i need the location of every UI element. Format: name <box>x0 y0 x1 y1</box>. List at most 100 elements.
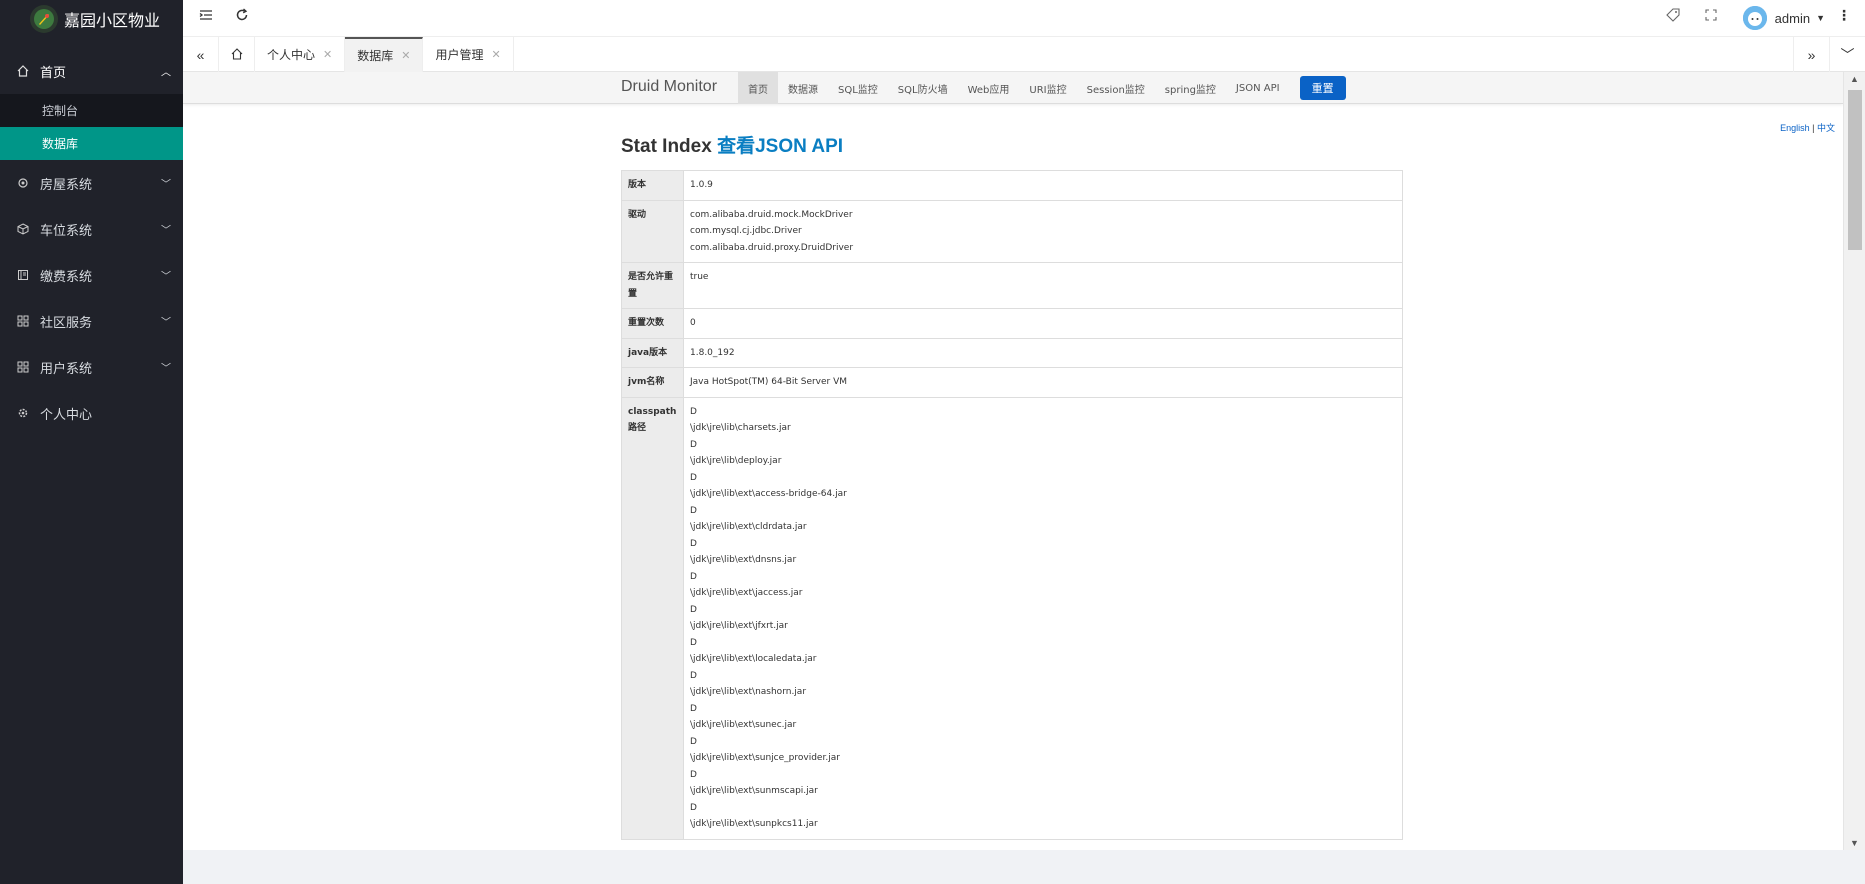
stat-value-line: \jdk\jre\lib\ext\cldrdata.jar <box>690 522 807 532</box>
stat-value-line: 0 <box>690 318 696 328</box>
home-icon <box>231 47 243 63</box>
lang-english-link[interactable]: English <box>1780 123 1810 133</box>
tab-database[interactable]: 数据库 ✕ <box>345 37 424 72</box>
tag-icon[interactable] <box>1666 8 1680 25</box>
sidebar-item-housing[interactable]: 房屋系统 ﹀ <box>0 160 183 206</box>
stat-key: 驱动 <box>621 199 684 263</box>
fullscreen-icon[interactable] <box>1705 8 1717 24</box>
tabs-controls: » ﹀ <box>1793 37 1865 72</box>
druid-frame: Druid Monitor 首页 数据源 SQL监控 SQL防火墙 Web应用 … <box>183 72 1843 850</box>
stat-value-line: \jdk\jre\lib\charsets.jar <box>690 423 791 433</box>
stat-value-line: com.alibaba.druid.proxy.DruidDriver <box>690 242 854 253</box>
stat-value-line: \jdk\jre\lib\ext\access-bridge-64.jar <box>690 489 847 499</box>
sidebar-item-label: 数据库 <box>42 137 79 151</box>
brand-name: 嘉园小区物业 <box>64 10 161 30</box>
close-icon[interactable]: ✕ <box>323 48 332 61</box>
more-vertical-icon[interactable]: ⋮ <box>1837 7 1851 24</box>
tab-profile[interactable]: 个人中心 ✕ <box>255 37 346 72</box>
sidebar-item-home[interactable]: 首页 ︿ <box>0 48 183 94</box>
logo[interactable]: 嘉园小区物业 <box>0 0 183 37</box>
sidebar-item-community[interactable]: 社区服务 ﹀ <box>0 298 183 344</box>
scroll-down-arrow-icon[interactable]: ▼ <box>1850 838 1859 848</box>
caret-down-icon: ▼ <box>1816 13 1825 23</box>
tab-user-management[interactable]: 用户管理 ✕ <box>423 37 514 72</box>
rocket-logo-icon <box>30 4 58 33</box>
stat-value-line: \jdk\jre\lib\ext\sunec.jar <box>690 720 797 730</box>
close-icon[interactable]: ✕ <box>491 48 500 61</box>
stat-value: 1.0.9 <box>683 170 1403 201</box>
druid-navbar: Druid Monitor 首页 数据源 SQL监控 SQL防火墙 Web应用 … <box>183 72 1843 104</box>
druid-nav-webapp[interactable]: Web应用 <box>958 72 1020 104</box>
druid-nav-home[interactable]: 首页 <box>738 72 778 104</box>
tabs-dropdown-button[interactable]: ﹀ <box>1829 37 1865 72</box>
druid-brand[interactable]: Druid Monitor <box>621 78 717 96</box>
chevron-down-icon: ﹀ <box>161 225 171 237</box>
sidebar-item-profile[interactable]: 个人中心 <box>0 390 183 436</box>
stat-value-line: \jdk\jre\lib\ext\dnsns.jar <box>690 555 797 565</box>
user-menu[interactable]: admin ▼ <box>1742 6 1825 30</box>
table-row: classpath路径 D \jdk\jre\lib\charsets.jar D \j… <box>621 396 1403 840</box>
druid-nav-session[interactable]: Session监控 <box>1077 72 1155 104</box>
bottom-area <box>183 850 1865 884</box>
book-icon <box>16 268 30 282</box>
stat-key: 版本 <box>621 170 684 201</box>
scroll-up-arrow-icon[interactable]: ▲ <box>1850 74 1859 84</box>
close-icon[interactable]: ✕ <box>401 49 410 62</box>
gear-icon <box>16 176 30 190</box>
stat-key: 重置次数 <box>621 308 684 339</box>
stat-value-line: D <box>690 670 697 681</box>
druid-nav-json-api[interactable]: JSON API <box>1226 72 1290 104</box>
sidebar-item-label: 社区服务 <box>40 315 93 331</box>
page-title-text: Stat Index <box>621 136 712 157</box>
chevron-up-icon: ︿ <box>161 67 171 79</box>
stat-value-line: com.alibaba.druid.mock.MockDriver <box>690 209 853 220</box>
stat-value-line: D <box>690 802 697 813</box>
stat-value-line: \jdk\jre\lib\ext\localedata.jar <box>690 654 817 664</box>
stat-key: classpath路径 <box>621 396 684 840</box>
sidebar-item-users[interactable]: 用户系统 ﹀ <box>0 344 183 390</box>
stat-value-line: D <box>690 472 697 483</box>
sidebar-item-label: 个人中心 <box>40 407 93 423</box>
table-row: 重置次数 0 <box>621 308 1403 339</box>
druid-nav-datasource[interactable]: 数据源 <box>778 72 828 104</box>
table-row: 版本 1.0.9 <box>621 170 1403 201</box>
language-switch: English | 中文 <box>1780 121 1835 134</box>
sidebar-item-label: 房屋系统 <box>40 177 93 193</box>
stat-value: 1.8.0_192 <box>683 337 1403 368</box>
stat-value-line: D <box>690 769 697 780</box>
menu-toggle-icon[interactable] <box>199 8 213 25</box>
stat-value-line: D <box>690 571 697 582</box>
chevron-down-icon: ﹀ <box>161 271 171 283</box>
stat-value: D \jdk\jre\lib\charsets.jar D \jdk\jre\lib\… <box>683 396 1403 840</box>
sidebar-item-database[interactable]: 数据库 <box>0 127 183 160</box>
apps-icon <box>16 360 30 374</box>
druid-nav-spring[interactable]: spring监控 <box>1155 72 1226 104</box>
sidebar-item-console[interactable]: 控制台 <box>0 94 183 127</box>
table-row: java版本 1.8.0_192 <box>621 337 1403 368</box>
druid-nav-sql[interactable]: SQL监控 <box>828 72 888 104</box>
stat-key: 是否允许重置 <box>621 262 684 309</box>
home-tab-button[interactable] <box>219 37 255 72</box>
stat-value: true <box>683 262 1403 309</box>
druid-nav-wall[interactable]: SQL防火墙 <box>888 72 958 104</box>
reset-button[interactable]: 重置 <box>1299 76 1346 100</box>
lang-chinese-link[interactable]: 中文 <box>1817 123 1835 133</box>
settings-icon <box>16 406 30 420</box>
stat-value-line: D <box>690 703 697 714</box>
stat-value-line: \jdk\jre\lib\ext\jaccess.jar <box>690 588 803 598</box>
double-chevron-right-icon: » <box>1807 46 1816 63</box>
sidebar-item-payment[interactable]: 缴费系统 ﹀ <box>0 252 183 298</box>
sidebar-item-parking[interactable]: 车位系统 ﹀ <box>0 206 183 252</box>
stat-value-line: \jdk\jre\lib\ext\sunjce_provider.jar <box>690 753 840 763</box>
sidebar: 嘉园小区物业 首页 ︿ 控制台 数据库 房屋系统 ﹀ 车位系统 ﹀ 缴费系统 ﹀… <box>0 0 183 884</box>
scroll-right-button[interactable]: » <box>1793 37 1829 72</box>
vertical-scrollbar[interactable]: ▲ ▼ <box>1843 72 1865 850</box>
sidebar-item-label: 缴费系统 <box>40 269 93 285</box>
sidebar-item-label: 首页 <box>40 65 67 81</box>
scroll-left-button[interactable]: « <box>183 37 219 72</box>
json-api-link[interactable]: 查看JSON API <box>717 136 843 157</box>
refresh-icon[interactable] <box>235 8 249 25</box>
druid-nav-uri[interactable]: URI监控 <box>1019 72 1076 104</box>
table-row: jvm名称 Java HotSpot(TM) 64-Bit Server VM <box>621 367 1403 398</box>
scrollbar-thumb[interactable] <box>1848 90 1862 250</box>
